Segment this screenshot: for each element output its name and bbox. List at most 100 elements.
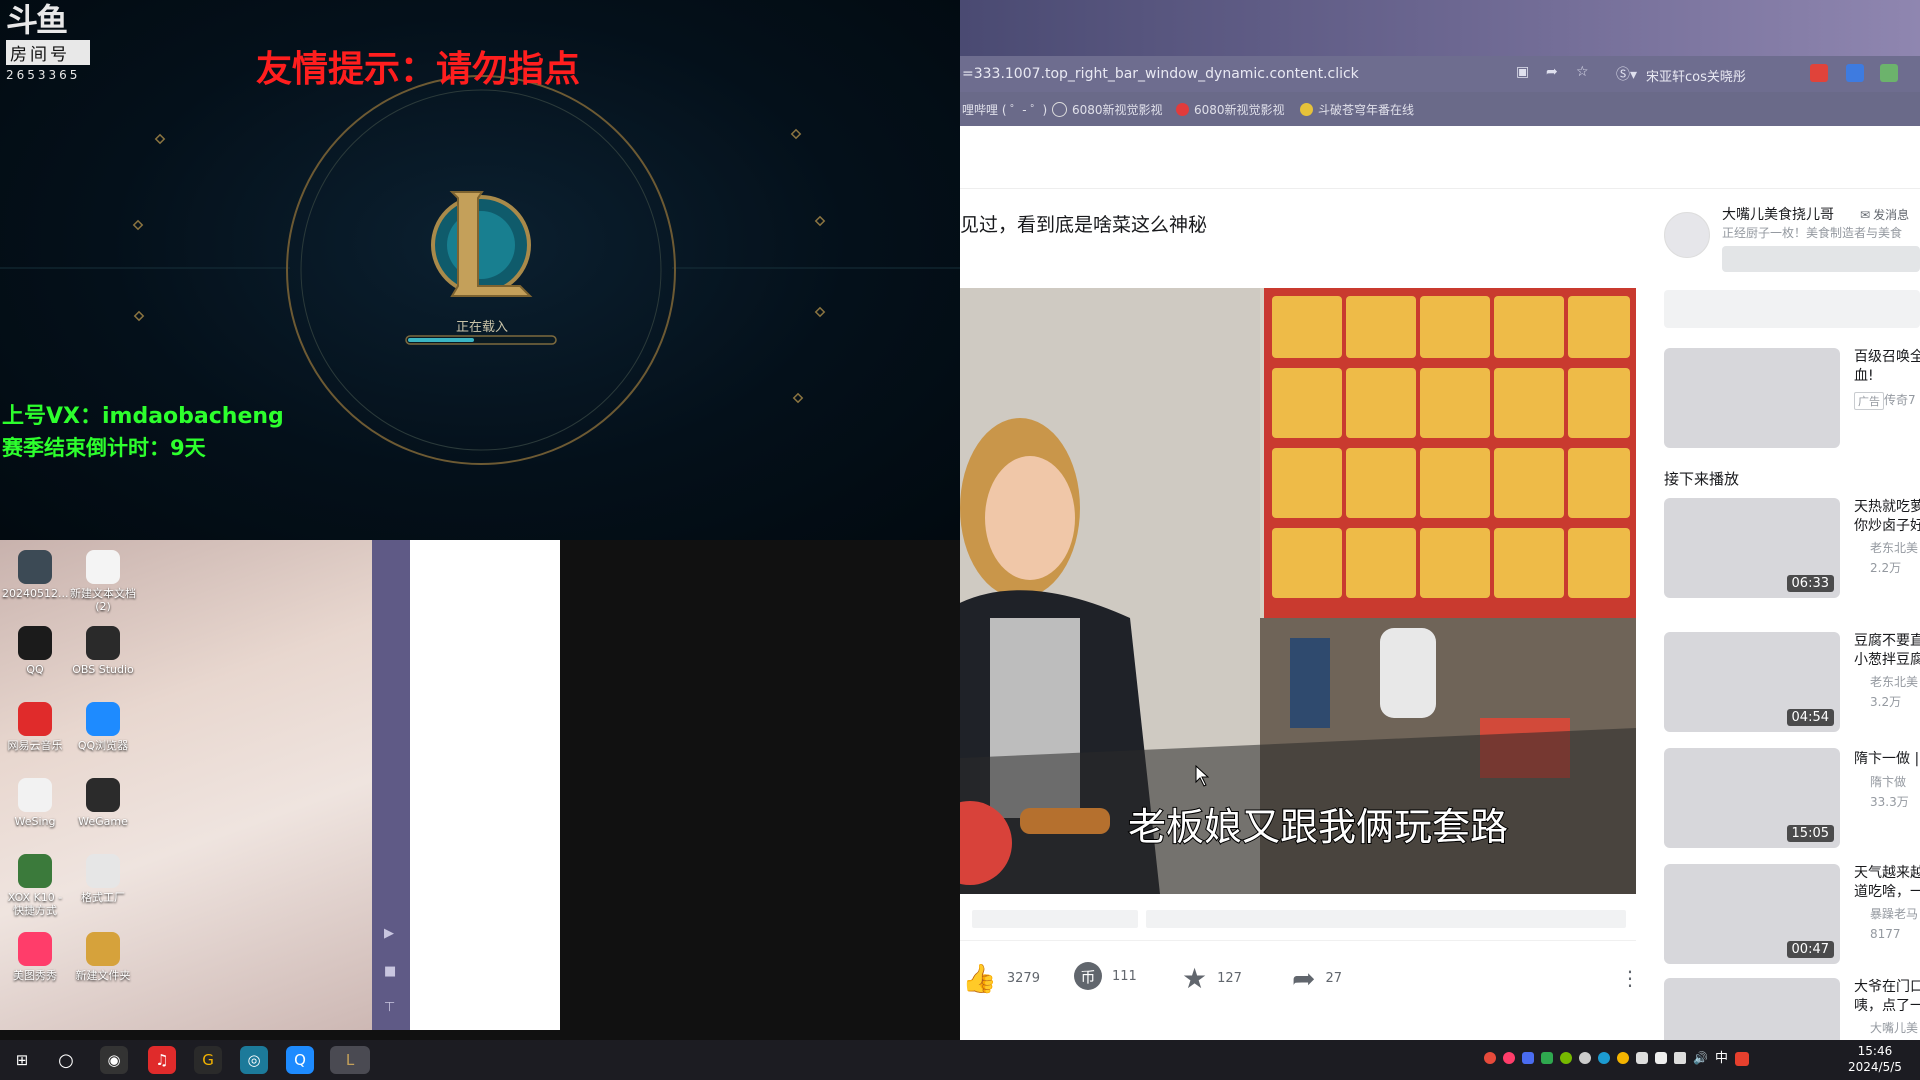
rec-title-line2[interactable]: 小葱拌豆腐 <box>1854 651 1920 670</box>
rec-title-line2[interactable]: 你炒卤子好 <box>1854 517 1920 536</box>
rec-thumbnail[interactable]: 15:05 <box>1664 748 1840 848</box>
like-button[interactable]: 👍 3279 <box>962 962 1040 995</box>
desktop-shortcut[interactable]: 美图秀秀 <box>2 932 68 982</box>
url-text[interactable]: =333.1007.top_right_bar_window_dynamic.c… <box>962 66 1359 82</box>
tray-icon[interactable] <box>1579 1052 1591 1064</box>
desktop-shortcut[interactable]: 网易云音乐 <box>2 702 68 752</box>
windows-start-icon[interactable]: ⊞ <box>8 1046 36 1074</box>
mail-icon: ✉ <box>1860 207 1871 222</box>
star-icon[interactable]: ☆ <box>1576 64 1589 80</box>
tray-icon[interactable] <box>1598 1052 1610 1064</box>
bookmark-6080-2[interactable]: 6080新视觉影视 <box>1176 101 1285 117</box>
browser-window: =333.1007.top_right_bar_window_dynamic.c… <box>960 0 1920 1040</box>
rec-author[interactable]: 老东北美 <box>1870 674 1918 691</box>
rec-views: 8177 <box>1870 927 1901 941</box>
clock[interactable]: 15:46 2024/5/5 <box>1848 1043 1902 1075</box>
netease-taskbar-icon[interactable]: ♫ <box>148 1046 176 1074</box>
reader-icon[interactable]: ▣ <box>1516 64 1529 80</box>
duration-badge: 06:33 <box>1786 575 1834 592</box>
volume-icon[interactable]: 🔊 <box>1693 1052 1708 1068</box>
rec-author[interactable]: 大嘴儿美 <box>1870 1020 1918 1037</box>
send-message-button[interactable]: ✉ 发消息 <box>1860 206 1909 223</box>
tray-icon[interactable] <box>1560 1052 1572 1064</box>
bookmark-bilibili[interactable]: 哩哔哩 ( ゜- ゜) <box>962 101 1047 117</box>
system-tray[interactable]: 🔊 中 <box>1484 1052 1824 1068</box>
desktop-shortcut[interactable]: 新建文本文档 (2) <box>70 550 136 613</box>
more-options-icon[interactable]: ⋮ <box>1620 966 1640 990</box>
desktop-shortcut[interactable]: XOX K10 - 快捷方式 <box>2 854 68 917</box>
network-icon[interactable] <box>1674 1052 1686 1064</box>
share-button[interactable]: ➦ 27 <box>1292 962 1342 995</box>
microphone-icon[interactable] <box>1636 1052 1648 1064</box>
obs-taskbar-icon[interactable]: ◉ <box>100 1046 128 1074</box>
rec-thumbnail[interactable]: 06:33 <box>1664 498 1840 598</box>
rec-title[interactable]: 天热就吃萝 <box>1854 498 1920 517</box>
sidebar-placeholder <box>1664 290 1920 328</box>
extension-icon[interactable] <box>1880 64 1898 82</box>
rec-title-line2[interactable]: 道吃啥，一 <box>1854 883 1920 902</box>
pdf-extension-icon[interactable] <box>1810 64 1828 82</box>
tray-icon[interactable] <box>1484 1052 1496 1064</box>
desktop-area: 20240512... 新建文本文档 (2) QQ OBS Studio 网易云音乐 QQ… <box>0 540 372 1030</box>
favorite-button[interactable]: ★ 127 <box>1182 962 1242 995</box>
coin-button[interactable]: 币 111 <box>1074 962 1137 990</box>
rec-title[interactable]: 大爷在门口 <box>1854 978 1920 997</box>
ime-indicator[interactable]: 中 <box>1715 1052 1728 1068</box>
desktop-shortcut[interactable]: WeSing <box>2 778 68 828</box>
uploader-name[interactable]: 大嘴儿美食挠儿哥 <box>1722 204 1834 224</box>
rec-author[interactable]: 暴躁老马 <box>1870 906 1918 923</box>
desktop-shortcut[interactable]: QQ <box>2 626 68 676</box>
pin-icon[interactable]: ⊤ <box>384 1000 395 1015</box>
ad-title-line2[interactable]: 血! <box>1854 367 1874 386</box>
rec-title[interactable]: 隋卞一做 | <box>1854 750 1919 769</box>
uploader-avatar[interactable] <box>1664 212 1710 258</box>
ad-badge: 广告 <box>1854 392 1884 410</box>
desktop-shortcut[interactable]: 格式工厂 <box>70 854 136 904</box>
tray-icon[interactable] <box>1617 1052 1629 1064</box>
briefcase-icon[interactable]: ■ <box>384 964 396 979</box>
qq-browser-taskbar-icon[interactable]: Q <box>286 1046 314 1074</box>
search-icon[interactable]: ○ <box>52 1046 80 1074</box>
tray-icon[interactable] <box>1655 1052 1667 1064</box>
search-engine-icon[interactable]: Ⓢ▾ <box>1616 64 1637 84</box>
rec-title-line2[interactable]: 咦，点了一 <box>1854 997 1920 1016</box>
ad-thumbnail[interactable] <box>1664 348 1840 448</box>
rec-thumbnail[interactable]: 04:54 <box>1664 632 1840 732</box>
bookmark-doupo[interactable]: 斗破苍穹年番在线 <box>1300 101 1414 117</box>
rec-author[interactable]: 隋卞做 <box>1870 774 1906 791</box>
league-taskbar-icon[interactable]: L <box>330 1046 370 1074</box>
video-icon[interactable]: ▶ <box>384 926 394 941</box>
rec-title[interactable]: 天气越来越 <box>1854 864 1920 883</box>
address-bar[interactable]: =333.1007.top_right_bar_window_dynamic.c… <box>960 56 1920 92</box>
ad-title[interactable]: 百级召唤全 <box>1854 348 1920 367</box>
bookmarks-bar: 哩哔哩 ( ゜- ゜) 6080新视觉影视 6080新视觉影视 斗破苍穹年番在线 <box>960 92 1920 126</box>
rec-thumbnail[interactable] <box>1664 978 1840 1040</box>
share-icon[interactable]: ➦ <box>1546 64 1558 80</box>
app-taskbar-icon[interactable]: ◎ <box>240 1046 268 1074</box>
video-player[interactable]: 老板娘又跟我俩玩套路 <box>960 288 1636 894</box>
follow-button[interactable] <box>1722 246 1920 272</box>
tray-icon[interactable] <box>1541 1052 1553 1064</box>
bookmark-6080-1[interactable]: 6080新视觉影视 <box>1052 101 1163 117</box>
search-suggestion[interactable]: 宋亚轩cos关晓彤 <box>1646 66 1746 85</box>
desktop-shortcut[interactable]: 新建文件夹 <box>70 932 136 982</box>
rec-thumbnail[interactable]: 00:47 <box>1664 864 1840 964</box>
bookmark-label: 斗破苍穹年番在线 <box>1318 102 1415 117</box>
desktop-shortcut[interactable]: QQ浏览器 <box>70 702 136 752</box>
desktop-shortcut[interactable]: 20240512... <box>2 550 68 600</box>
browser-taskbar-icon[interactable]: G <box>194 1046 222 1074</box>
rec-views: 2.2万 <box>1870 561 1902 575</box>
netease-music-icon <box>18 702 52 736</box>
desktop-shortcut[interactable]: OBS Studio <box>70 626 136 676</box>
desktop-shortcut[interactable]: WeGame <box>70 778 136 828</box>
mail-extension-icon[interactable] <box>1846 64 1864 82</box>
tray-icon[interactable] <box>1522 1052 1534 1064</box>
tray-icon[interactable] <box>1503 1052 1515 1064</box>
desktop-shortcut-label: 格式工厂 <box>81 891 125 904</box>
desktop-panel: ▶ ■ ⊤ <box>372 540 410 1030</box>
text-document-icon <box>86 550 120 584</box>
desktop-shortcut-label: WeGame <box>78 815 128 828</box>
sogou-ime-icon[interactable] <box>1734 1052 1749 1066</box>
rec-title[interactable]: 豆腐不要直 <box>1854 632 1920 651</box>
rec-author[interactable]: 老东北美 <box>1870 540 1918 557</box>
